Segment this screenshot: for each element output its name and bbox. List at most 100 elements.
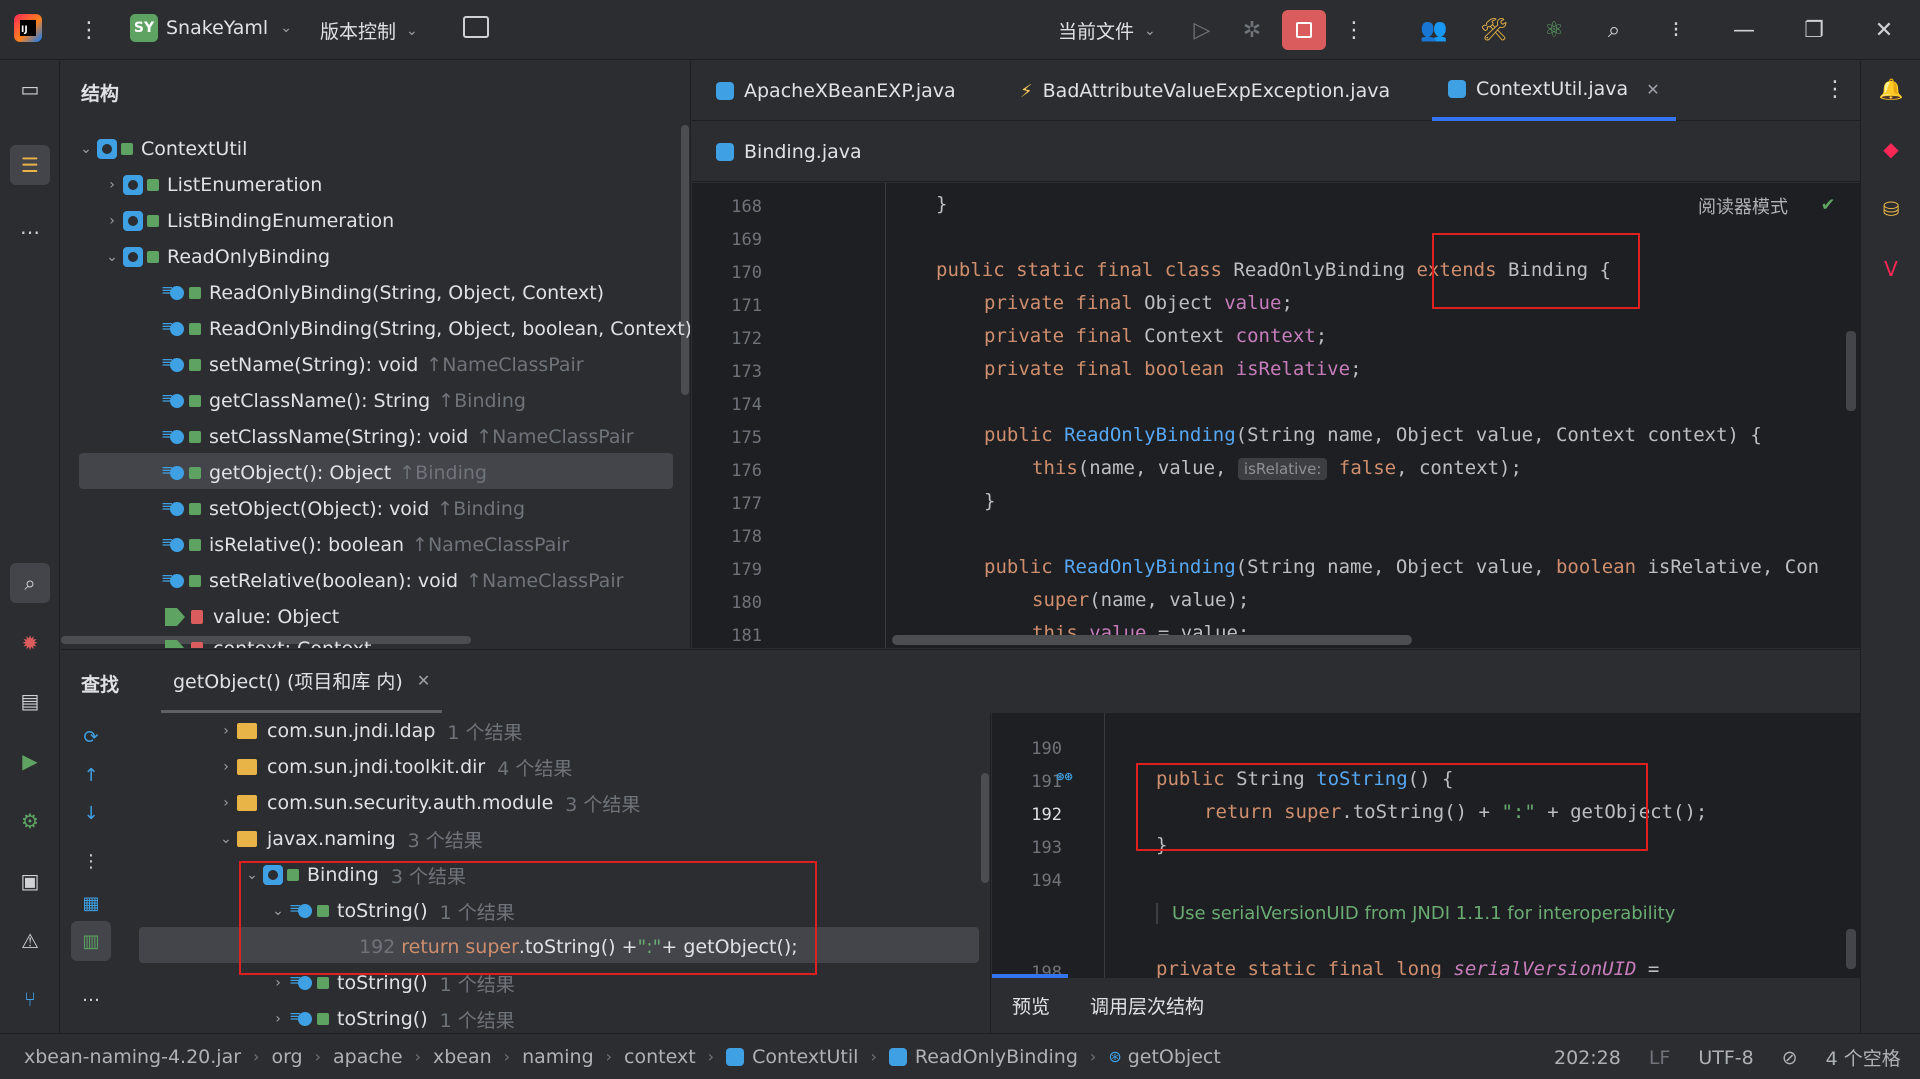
ai-assistant-icon[interactable]: ⚛ [1538, 14, 1570, 46]
chevron-down-icon[interactable]: ⌄ [215, 831, 237, 847]
tree-item-listenumeration[interactable]: › ListEnumeration [101, 167, 322, 203]
read-only-icon[interactable]: ⊘ [1782, 1047, 1798, 1069]
group-by-icon[interactable]: ▦ [71, 883, 111, 923]
terminal-icon[interactable]: ▣ [10, 861, 50, 901]
tab-binding[interactable]: Binding.java [716, 122, 862, 182]
chevron-right-icon[interactable]: › [267, 975, 289, 991]
project-selector[interactable]: SY SnakeYaml ⌄ [130, 14, 292, 42]
structure-view-icon[interactable]: ☰ [10, 145, 50, 185]
result-package[interactable]: › com.sun.jndi.toolkit.dir 4 个结果 [215, 749, 572, 785]
chevron-right-icon[interactable]: › [215, 795, 237, 811]
editor-scrollbar[interactable] [1846, 331, 1856, 411]
tree-item-method[interactable]: ReadOnlyBinding(String, Object, Context) [161, 275, 604, 311]
debug-tool-icon[interactable]: ✹ [10, 623, 50, 663]
tree-item-method[interactable]: getClassName(): String ↑Binding [161, 383, 526, 419]
breadcrumb-item[interactable]: apache [333, 1046, 403, 1068]
tree-item-method[interactable]: setClassName(String): void ↑NameClassPai… [161, 419, 634, 455]
breadcrumb-item[interactable]: context [624, 1046, 696, 1068]
breadcrumb-item[interactable]: ContextUtil [752, 1046, 858, 1068]
run-tool-icon[interactable]: ▶ [10, 741, 50, 781]
project-view-icon[interactable]: ▭ [10, 69, 50, 109]
code-with-me-icon[interactable]: 👥 [1418, 14, 1450, 46]
chevron-right-icon[interactable]: › [215, 723, 237, 739]
ide-logo-icon[interactable]: IJ [14, 14, 42, 42]
chevron-right-icon[interactable]: › [101, 213, 123, 229]
reader-mode-toggle[interactable]: 阅读器模式 [1698, 193, 1788, 219]
breadcrumb-item[interactable]: xbean [433, 1046, 492, 1068]
editor-h-scrollbar[interactable] [892, 635, 1412, 645]
close-tab-icon[interactable]: ✕ [1646, 80, 1659, 99]
find-view-icon[interactable]: ⌕ [10, 563, 50, 603]
rerun-icon[interactable]: ⟳ [71, 717, 111, 757]
line-separator[interactable]: LF [1649, 1047, 1671, 1069]
plugin-icon[interactable]: ◆ [1871, 129, 1911, 169]
preview-editor[interactable]: 190 191 192 193 194 198 ⊛⊛ public String… [992, 713, 1860, 978]
tree-item-field[interactable]: context: Context [165, 631, 372, 648]
minimize-icon[interactable]: — [1728, 14, 1760, 46]
breadcrumb-item[interactable]: org [271, 1046, 302, 1068]
main-menu-icon[interactable]: ⋮ [78, 18, 100, 43]
tree-item-method[interactable]: setRelative(boolean): void ↑NameClassPai… [161, 563, 623, 599]
scrollbar[interactable] [681, 125, 689, 395]
vcs-plugin-icon[interactable]: V [1871, 249, 1911, 289]
indent-setting[interactable]: 4 个空格 [1826, 1044, 1901, 1071]
folder-icon[interactable] [463, 16, 489, 38]
preview-toggle-icon[interactable]: ▥ [71, 921, 111, 961]
restore-icon[interactable]: ❐ [1798, 14, 1830, 46]
tree-item-method[interactable]: setObject(Object): void ↑Binding [161, 491, 525, 527]
tree-item-method[interactable]: ReadOnlyBinding(String, Object, boolean,… [161, 311, 690, 347]
chevron-right-icon[interactable]: › [215, 759, 237, 775]
tree-item-method-selected[interactable]: getObject(): Object ↑Binding [161, 455, 487, 491]
arrow-down-icon[interactable]: ↓ [71, 793, 111, 833]
caret-position[interactable]: 202:28 [1554, 1047, 1621, 1069]
tab-badattributevalueexpexception[interactable]: ⚡ BadAttributeValueExpException.java [1020, 61, 1390, 121]
scrollbar[interactable] [981, 773, 989, 883]
run-icon[interactable]: ▷ [1186, 14, 1218, 46]
build-tools-icon[interactable]: 🛠 [1478, 14, 1510, 46]
tree-item-method[interactable]: setName(String): void ↑NameClassPair [161, 347, 584, 383]
tab-preview[interactable]: 预览 [1012, 992, 1050, 1019]
git-branch-icon[interactable]: ⑂ [10, 979, 50, 1019]
debug-icon[interactable]: ✲ [1236, 14, 1268, 46]
result-package[interactable]: ⌄ javax.naming 3 个结果 [215, 821, 483, 857]
run-config-selector[interactable]: 当前文件 ⌄ [1058, 17, 1156, 44]
chevron-right-icon[interactable]: › [267, 1011, 289, 1027]
plugins-gear-icon[interactable]: ⚙ [10, 801, 50, 841]
tree-item-contextutil[interactable]: ⌄ ContextUtil [75, 131, 247, 167]
settings-updates-icon[interactable]: ⁝ [1660, 14, 1692, 46]
breadcrumb-item[interactable]: ReadOnlyBinding [915, 1046, 1078, 1068]
vcs-selector[interactable]: 版本控制 ⌄ [320, 17, 418, 44]
close-icon[interactable]: ✕ [1868, 14, 1900, 46]
close-find-tab-icon[interactable]: ✕ [417, 671, 430, 690]
breadcrumb-item[interactable]: naming [522, 1046, 594, 1068]
tab-contextutil[interactable]: ContextUtil.java ✕ [1432, 61, 1676, 121]
tree-item-method[interactable]: isRelative(): boolean ↑NameClassPair [161, 527, 569, 563]
notifications-icon[interactable]: 🔔 [1871, 69, 1911, 109]
more-actions-icon[interactable]: ⋮ [1338, 14, 1370, 46]
file-encoding[interactable]: UTF-8 [1698, 1047, 1753, 1069]
tab-apachexbeanexp[interactable]: ApacheXBeanEXP.java [716, 61, 956, 121]
chevron-down-icon[interactable]: ⌄ [101, 249, 123, 265]
breadcrumb-item[interactable]: getObject [1128, 1046, 1221, 1068]
stop-button[interactable] [1282, 10, 1326, 50]
result-package[interactable]: › com.sun.security.auth.module 3 个结果 [215, 785, 640, 821]
problems-icon[interactable]: ⚠ [10, 921, 50, 961]
chevron-right-icon[interactable]: › [101, 177, 123, 193]
result-package[interactable]: › com.sun.jndi.ldap 1 个结果 [215, 713, 522, 749]
code-editor[interactable]: 阅读器模式 ✔ 168 169 170 171 172 173 174 175 … [692, 183, 1860, 648]
database-icon[interactable]: ⛁ [1871, 189, 1911, 229]
tree-item-field[interactable]: value: Object [165, 599, 339, 635]
result-method[interactable]: › toString() 1 个结果 [267, 1001, 515, 1033]
find-tab[interactable]: getObject() (项目和库 内) ✕ [161, 650, 443, 714]
search-icon[interactable]: ⌕ [1598, 14, 1630, 46]
tab-call-hierarchy[interactable]: 调用层次结构 [1090, 992, 1204, 1019]
chevron-down-icon[interactable]: ⌄ [75, 141, 97, 157]
breadcrumb-item[interactable]: xbean-naming-4.20.jar [24, 1046, 241, 1068]
tree-item-readonlybinding[interactable]: ⌄ ReadOnlyBinding [101, 239, 330, 275]
more-tools-icon[interactable]: … [10, 207, 50, 247]
more-tools-icon[interactable]: … [71, 975, 111, 1015]
override-gutter-icon[interactable]: ⊛⊛ [1056, 769, 1073, 785]
services-icon[interactable]: ▤ [10, 681, 50, 721]
arrow-up-icon[interactable]: ↑ [71, 755, 111, 795]
tree-item-listbindingenumeration[interactable]: › ListBindingEnumeration [101, 203, 394, 239]
